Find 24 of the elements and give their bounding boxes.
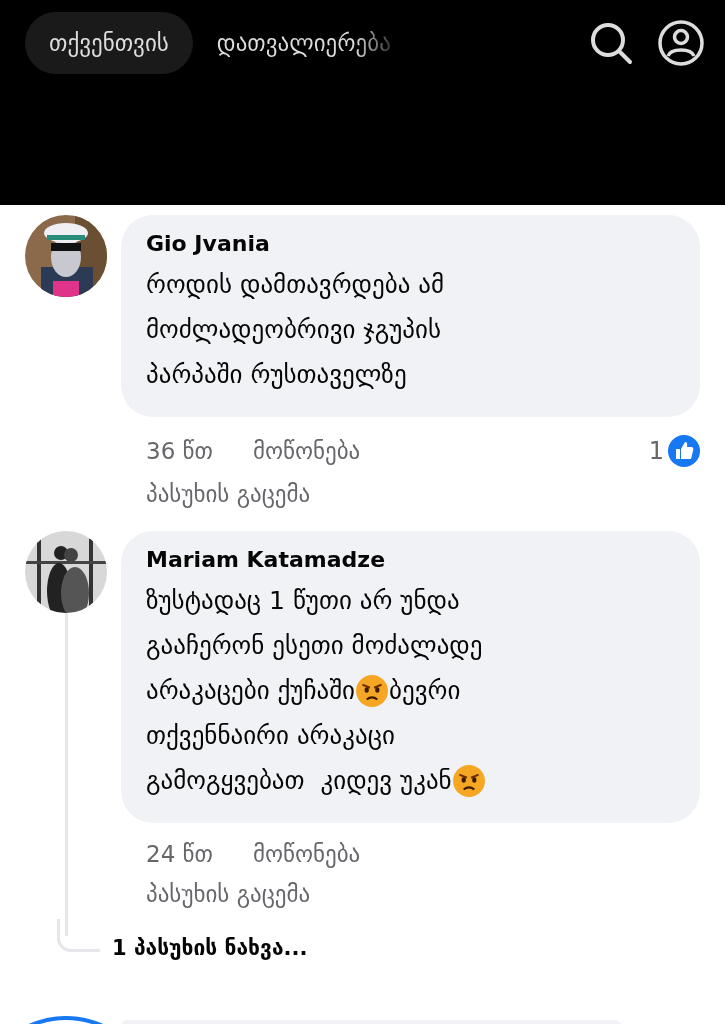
comment-text: მოძლადეობრივი ჯგუპის: [146, 314, 441, 346]
comment-time: 24 წთ: [146, 841, 213, 867]
profile-icon[interactable]: [657, 19, 705, 67]
view-replies-link[interactable]: 1 პასუხის ნახვა...: [112, 936, 308, 960]
comment-text: გამოგყვებათ კიდევ უკან: [146, 765, 452, 797]
nav-tab[interactable]: თქვენთვის: [25, 12, 193, 74]
thumbs-up-icon: [668, 435, 700, 467]
comment-text: პარპაში რუსთაველზე: [146, 359, 407, 391]
comment-text: როდის დამთავრდება ამ: [146, 269, 445, 301]
like-link[interactable]: მოწონება: [252, 438, 361, 464]
angry-face-icon: [451, 763, 486, 798]
angry-face-icon: [355, 673, 390, 708]
reply-link[interactable]: პასუხის გაცემა: [146, 481, 311, 507]
author-name: Mariam Katamadze: [146, 547, 387, 572]
reaction-count: 1: [648, 437, 664, 465]
comment-text: თქვენნაირი არაკაცი: [146, 720, 395, 752]
comment-text: ბევრი: [389, 675, 461, 707]
comment-text: ზუსტადაც 1 წუთი არ უნდა: [146, 585, 460, 617]
comment-text: არაკაცები ქუჩაში: [146, 675, 356, 707]
reply-link[interactable]: პასუხის გაცემა: [146, 881, 311, 907]
like-link[interactable]: მოწონება: [252, 841, 361, 867]
author-name: Gio Jvania: [146, 231, 271, 256]
comment-text: გააჩერონ ესეთი მოძალადე: [146, 630, 483, 662]
comment-time: 36 წთ: [146, 438, 213, 464]
